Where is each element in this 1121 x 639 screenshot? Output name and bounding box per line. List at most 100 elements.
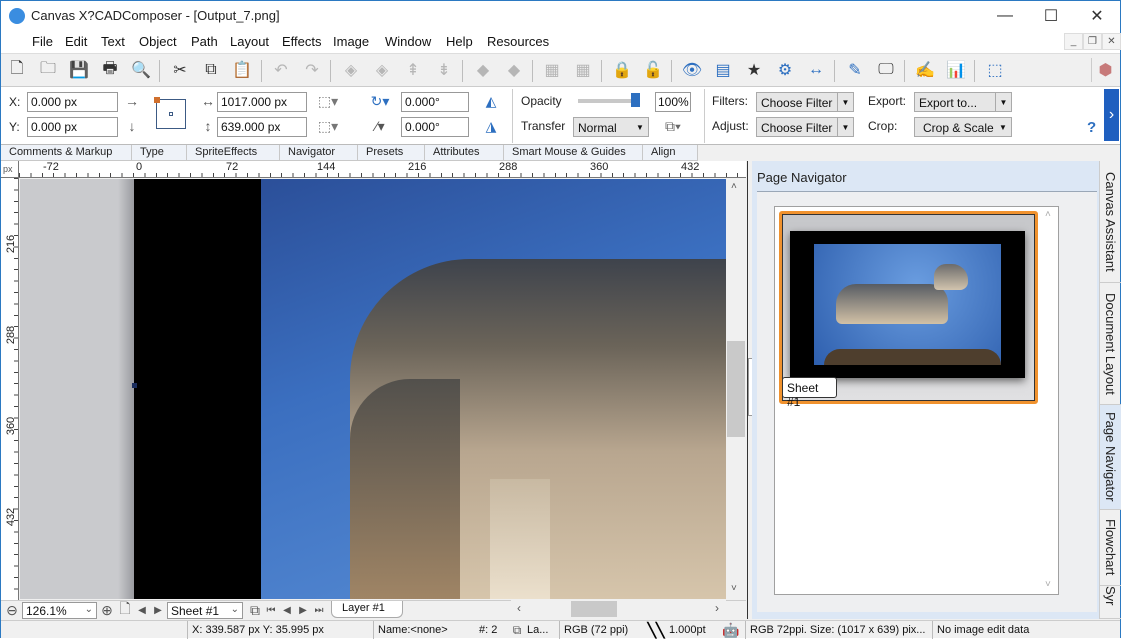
vertical-scroll-thumb[interactable] (727, 341, 745, 437)
text-style-icon[interactable]: ✍ (913, 58, 937, 82)
sheet-select[interactable]: Sheet #1 ⌄ (167, 602, 243, 619)
open-icon[interactable]: 🗀 (36, 58, 60, 82)
zoom-select[interactable]: 126.1% ⌄ (22, 602, 97, 619)
prev-sheet-icon[interactable]: ◀ (134, 602, 150, 618)
tab-align[interactable]: Align (643, 145, 698, 161)
menu-text[interactable]: Text (101, 34, 125, 49)
scroll-down-icon[interactable]: ˅ (1045, 579, 1051, 590)
undo-icon[interactable]: ↶ (269, 58, 293, 82)
menu-path[interactable]: Path (191, 34, 218, 49)
3d-cube-icon[interactable]: ⬚ (983, 58, 1007, 82)
prev-layer-icon[interactable]: ◀ (280, 602, 294, 618)
side-tab-syr[interactable]: Syr (1100, 586, 1121, 619)
redo-icon[interactable]: ↷ (300, 58, 324, 82)
tab-navigator[interactable]: Navigator (280, 145, 358, 161)
transfer-options-dropdown[interactable]: ⧉▾ (659, 118, 687, 134)
menu-effects[interactable]: Effects (282, 34, 322, 49)
rotate-90-dropdown[interactable]: ↻▾ (365, 93, 395, 109)
send-to-back-icon[interactable]: ◆ (502, 58, 526, 82)
side-tab-document-layout[interactable]: Document Layout (1100, 283, 1121, 405)
thumbnail-list[interactable]: Sheet #1 ˄ ˅ (774, 206, 1059, 595)
menu-resources[interactable]: Resources (487, 34, 549, 49)
tab-spriteeffects[interactable]: SpriteEffects (187, 145, 280, 161)
new-document-icon[interactable]: 🗋 (5, 58, 29, 82)
view-eye-icon[interactable]: 👁 (680, 58, 704, 82)
ungroup-icon[interactable]: ▦ (571, 58, 595, 82)
adjust-select[interactable]: Choose Filter ▼ (756, 117, 854, 137)
menu-edit[interactable]: Edit (65, 34, 87, 49)
mdi-close-button[interactable]: ✕ (1102, 33, 1121, 50)
bring-forward-icon[interactable]: ⇞ (401, 58, 425, 82)
rotation-input[interactable]: 0.000° (401, 92, 469, 112)
skew-dropdown[interactable]: ⁄▾ (365, 118, 395, 134)
export-select[interactable]: Export to... ▼ (914, 92, 1012, 112)
layer-tab[interactable]: Layer #1 (331, 601, 403, 618)
flip-horizontal-icon[interactable]: ◭ (481, 91, 501, 111)
selection-handle[interactable] (132, 383, 137, 388)
menu-object[interactable]: Object (139, 34, 177, 49)
fit-width-icon[interactable]: ↔ (804, 58, 828, 82)
screen-gear-icon[interactable]: ⚙ (773, 58, 797, 82)
vertical-ruler[interactable]: 216 288 360 432 (1, 178, 19, 600)
mdi-restore-button[interactable]: ❐ (1083, 33, 1102, 50)
lock-icon[interactable]: 🔒 (610, 58, 634, 82)
tab-presets[interactable]: Presets (358, 145, 425, 161)
help-button[interactable]: ? (1087, 119, 1096, 136)
side-tab-page-navigator[interactable]: Page Navigator (1100, 405, 1121, 510)
height-input[interactable]: 639.000 px (217, 117, 307, 137)
skew-input[interactable]: 0.000° (401, 117, 469, 137)
group-icon[interactable]: ▦ (540, 58, 564, 82)
print-preview-icon[interactable]: 🔍 (129, 58, 153, 82)
crop-select[interactable]: Crop & Scale ▼ (914, 117, 1012, 137)
window-frame-icon[interactable]: ▤ (711, 58, 735, 82)
app-logo-icon[interactable]: ⬢ (1091, 58, 1119, 82)
new-sheet-icon[interactable]: 🗋 (118, 600, 132, 618)
bring-to-front-icon[interactable]: ◆ (471, 58, 495, 82)
opacity-input[interactable]: 100% (655, 92, 691, 112)
tab-comments-markup[interactable]: Comments & Markup (1, 145, 132, 161)
menu-window[interactable]: Window (385, 34, 431, 49)
layers-icon[interactable]: ⧉ (247, 602, 263, 618)
width-input[interactable]: 1017.000 px (217, 92, 307, 112)
menu-image[interactable]: Image (333, 34, 369, 49)
close-button[interactable]: ✕ (1074, 1, 1120, 31)
zoom-out-icon[interactable]: ⊖ (4, 602, 20, 618)
print-icon[interactable]: 🖶 (98, 58, 122, 82)
horizontal-ruler[interactable]: -72 0 72 144 216 288 360 432 (19, 161, 746, 178)
size-mode-dropdown[interactable]: ⬚▾ (313, 93, 343, 109)
monitor-icon[interactable]: 🖵 (874, 58, 898, 82)
first-layer-icon[interactable]: ⏮ (264, 602, 278, 618)
last-layer-icon[interactable]: ⏭ (312, 602, 326, 618)
vertical-scrollbar[interactable]: ˄ ˅ (726, 179, 746, 599)
scroll-right-icon[interactable]: › (715, 601, 719, 615)
scroll-down-icon[interactable]: ˅ (731, 583, 737, 594)
send-backward-icon[interactable]: ⇟ (432, 58, 456, 82)
cut-icon[interactable]: ✂ (168, 58, 192, 82)
scroll-left-icon[interactable]: ‹ (517, 601, 521, 615)
menu-layout[interactable]: Layout (230, 34, 269, 49)
maximize-button[interactable]: ☐ (1028, 1, 1074, 31)
layer-group-icon[interactable]: ◈ (339, 58, 363, 82)
next-layer-icon[interactable]: ▶ (296, 602, 310, 618)
scroll-up-icon[interactable]: ˄ (1045, 209, 1051, 220)
ruler-unit[interactable]: px (1, 161, 19, 178)
unlock-icon[interactable]: 🔓 (641, 58, 665, 82)
side-tab-canvas-assistant[interactable]: Canvas Assistant (1100, 161, 1121, 283)
chart-icon[interactable]: 📊 (944, 58, 968, 82)
paste-icon[interactable]: 📋 (230, 58, 254, 82)
filters-select[interactable]: Choose Filter ▼ (756, 92, 854, 112)
expand-panel-button[interactable]: › (1104, 89, 1119, 141)
save-icon[interactable]: 💾 (67, 58, 91, 82)
side-tab-flowchart[interactable]: Flowchart (1100, 510, 1121, 586)
anchor-selected-handle[interactable] (154, 97, 160, 103)
x-input[interactable]: 0.000 px (27, 92, 118, 112)
next-sheet-icon[interactable]: ▶ (150, 602, 166, 618)
layer-group-2-icon[interactable]: ◈ (370, 58, 394, 82)
horizontal-scrollbar[interactable]: ‹ › (511, 600, 726, 618)
tab-attributes[interactable]: Attributes (425, 145, 504, 161)
flip-vertical-icon[interactable]: ◮ (481, 116, 501, 136)
anchor-point-selector[interactable] (154, 97, 186, 129)
y-input[interactable]: 0.000 px (27, 117, 118, 137)
sprite-star-icon[interactable]: ★ (742, 58, 766, 82)
zoom-in-icon[interactable]: ⊕ (99, 602, 115, 618)
